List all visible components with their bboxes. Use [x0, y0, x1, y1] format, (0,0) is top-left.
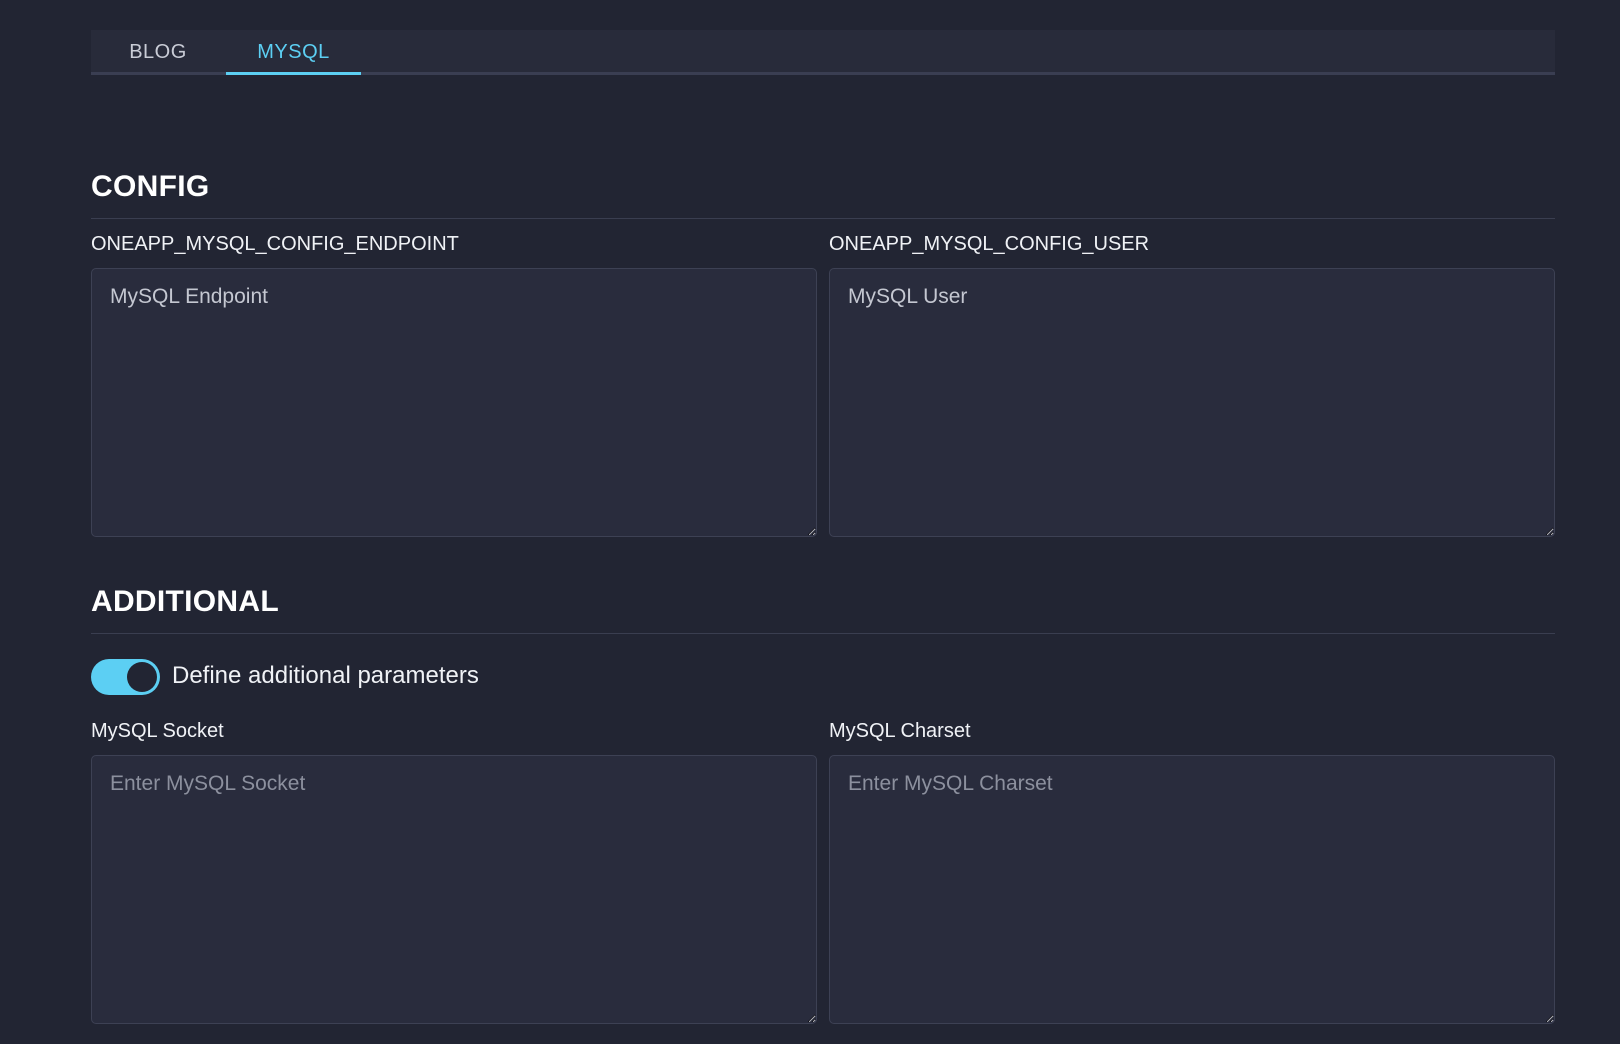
user-field[interactable]: [829, 268, 1555, 537]
additional-parameters-toggle[interactable]: [91, 659, 160, 695]
endpoint-field-label: ONEAPP_MYSQL_CONFIG_ENDPOINT: [91, 233, 459, 255]
tab-bar: BLOG MYSQL: [91, 30, 1555, 75]
socket-field[interactable]: [91, 755, 817, 1024]
tab-blog[interactable]: BLOG: [91, 30, 225, 72]
tab-mysql[interactable]: MYSQL: [226, 30, 361, 75]
additional-section-title: ADDITIONAL: [91, 585, 279, 618]
toggle-knob: [127, 662, 157, 692]
user-field-label: ONEAPP_MYSQL_CONFIG_USER: [829, 233, 1150, 255]
additional-divider: [91, 633, 1555, 634]
config-section-title: CONFIG: [91, 170, 210, 203]
charset-field-label: MySQL Charset: [829, 720, 971, 742]
charset-field[interactable]: [829, 755, 1555, 1024]
endpoint-field[interactable]: [91, 268, 817, 537]
additional-parameters-label: Define additional parameters: [172, 662, 479, 689]
config-divider: [91, 218, 1555, 219]
socket-field-label: MySQL Socket: [91, 720, 224, 742]
page: BLOG MYSQL CONFIG ONEAPP_MYSQL_CONFIG_EN…: [0, 0, 1620, 1044]
